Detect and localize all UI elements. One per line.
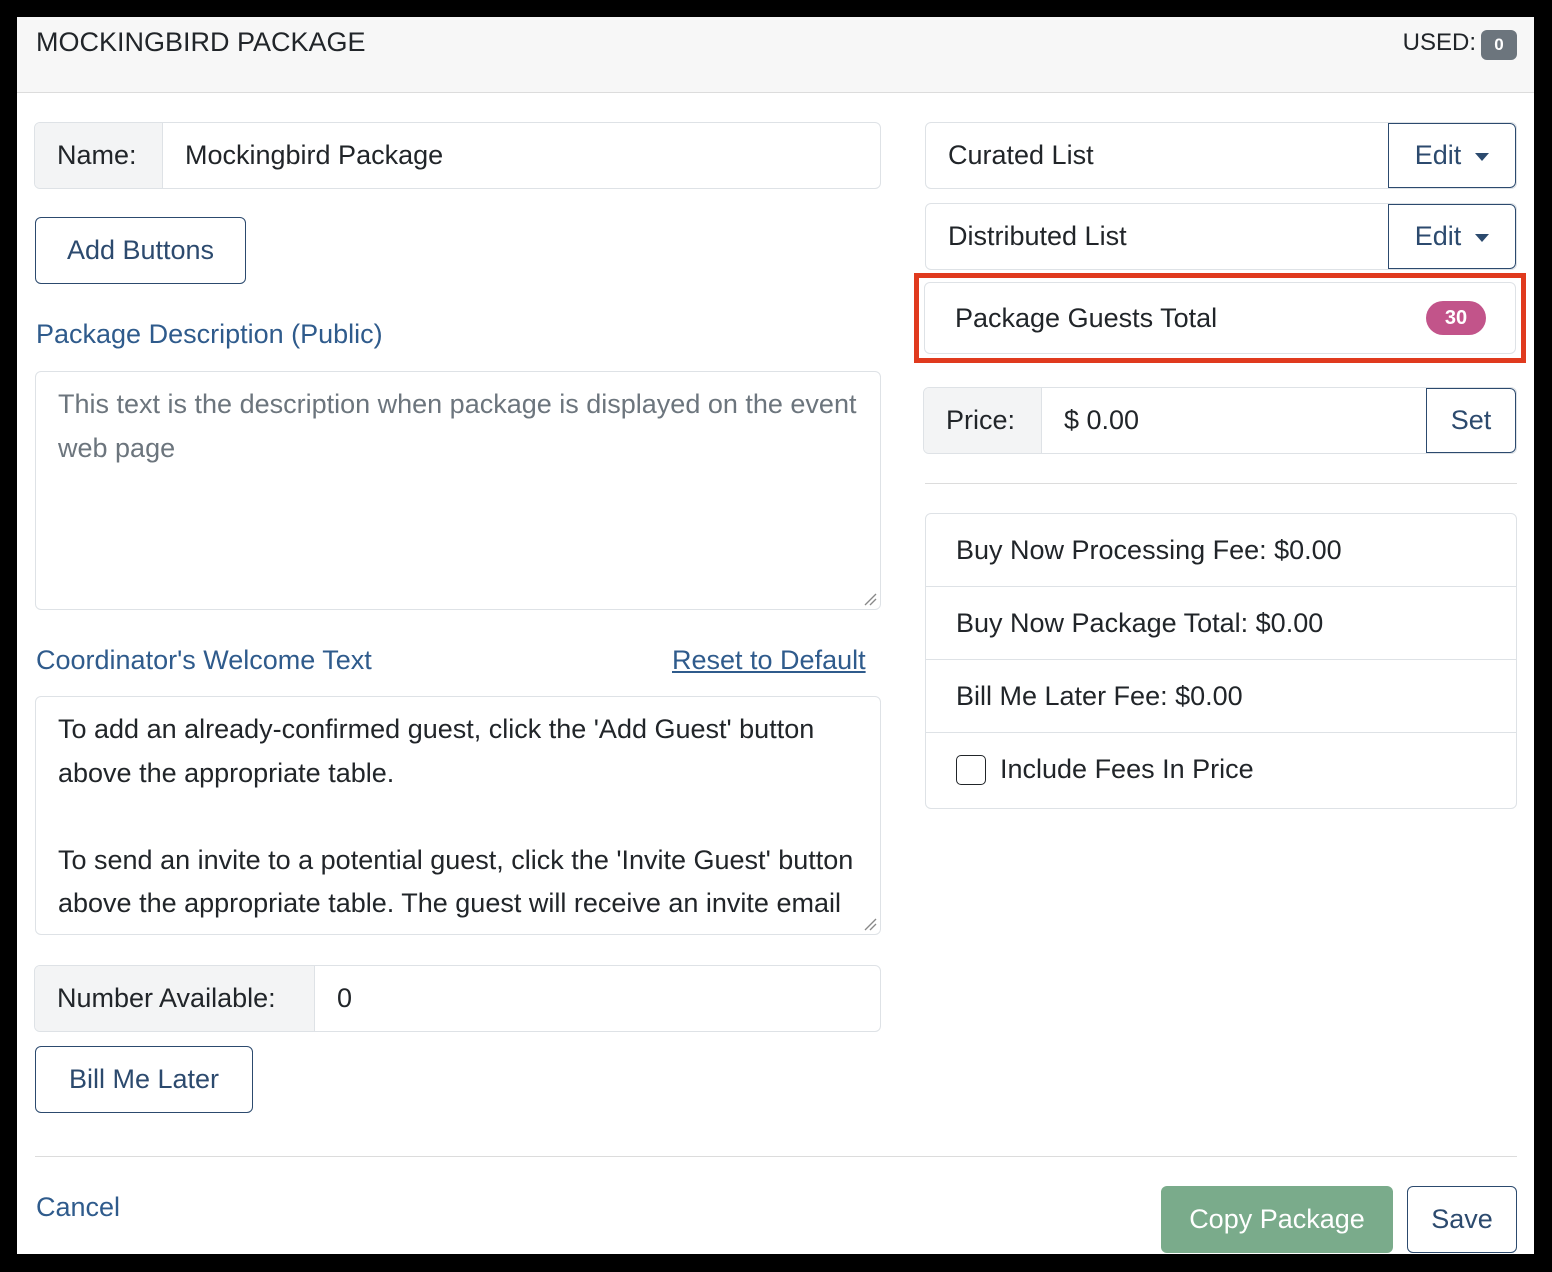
number-available-group: Number Available: 0: [34, 965, 881, 1032]
resize-handle-icon[interactable]: [863, 592, 877, 606]
used-count-badge: 0: [1481, 30, 1517, 60]
processing-fee: Buy Now Processing Fee: $0.00: [926, 514, 1516, 587]
modal-title: MOCKINGBIRD PACKAGE: [36, 27, 366, 57]
cancel-link[interactable]: Cancel: [36, 1192, 120, 1223]
copy-package-button[interactable]: Copy Package: [1161, 1186, 1393, 1253]
include-fees-checkbox[interactable]: [956, 754, 986, 785]
caret-down-icon: [1475, 233, 1490, 242]
welcome-label: Coordinator's Welcome Text: [36, 645, 372, 675]
bill-me-later-button[interactable]: Bill Me Later: [35, 1046, 253, 1113]
price-set-button[interactable]: Set: [1426, 388, 1516, 453]
price-input[interactable]: $ 0.00: [1042, 388, 1426, 453]
edit-label: Edit: [1414, 221, 1462, 251]
description-placeholder: This text is the description when packag…: [58, 389, 857, 463]
guests-total-label: Package Guests Total: [955, 302, 1218, 333]
name-input[interactable]: Mockingbird Package: [163, 123, 880, 188]
curated-list-row: Curated List Edit: [925, 122, 1517, 189]
distributed-list-edit-button[interactable]: Edit: [1388, 204, 1516, 269]
caret-down-icon: [1475, 152, 1490, 161]
welcome-paragraph: To send an invite to a potential guest, …: [58, 844, 854, 935]
description-label: Package Description (Public): [36, 319, 383, 349]
include-fees-row[interactable]: Include Fees In Price: [926, 733, 1516, 806]
fees-list: Buy Now Processing Fee: $0.00 Buy Now Pa…: [925, 513, 1517, 809]
distributed-list-label: Distributed List: [948, 221, 1127, 251]
welcome-paragraph: To add an already-confirmed guest, click…: [58, 714, 815, 788]
resize-handle-icon[interactable]: [863, 917, 877, 931]
modal-header: MOCKINGBIRD PACKAGE USED: 0: [17, 17, 1534, 93]
package-total: Buy Now Package Total: $0.00: [926, 587, 1516, 660]
bill-later-fee: Bill Me Later Fee: $0.00: [926, 660, 1516, 733]
save-button[interactable]: Save: [1407, 1186, 1517, 1253]
package-modal: MOCKINGBIRD PACKAGE USED: 0 Name: Mockin…: [17, 17, 1534, 1254]
reset-to-default-link[interactable]: Reset to Default: [672, 645, 866, 676]
add-buttons-button[interactable]: Add Buttons: [35, 217, 246, 284]
divider: [925, 483, 1517, 484]
curated-list-edit-button[interactable]: Edit: [1388, 123, 1516, 188]
price-label: Price:: [924, 388, 1042, 453]
curated-list-label: Curated List: [948, 140, 1094, 170]
guests-total-badge: 30: [1426, 301, 1486, 335]
price-input-group: Price: $ 0.00 Set: [923, 387, 1517, 454]
footer-divider: [35, 1156, 1517, 1157]
package-guests-total: Package Guests Total 30: [924, 282, 1516, 354]
number-available-input[interactable]: 0: [315, 966, 880, 1031]
include-fees-label: Include Fees In Price: [1000, 754, 1254, 784]
edit-label: Edit: [1414, 140, 1462, 170]
welcome-textarea[interactable]: To add an already-confirmed guest, click…: [35, 696, 881, 935]
description-textarea[interactable]: This text is the description when packag…: [35, 371, 881, 610]
distributed-list-row: Distributed List Edit: [925, 203, 1517, 270]
number-available-label: Number Available:: [35, 966, 315, 1031]
used-label: USED:: [1402, 29, 1476, 56]
name-label: Name:: [35, 123, 163, 188]
name-input-group: Name: Mockingbird Package: [34, 122, 881, 189]
